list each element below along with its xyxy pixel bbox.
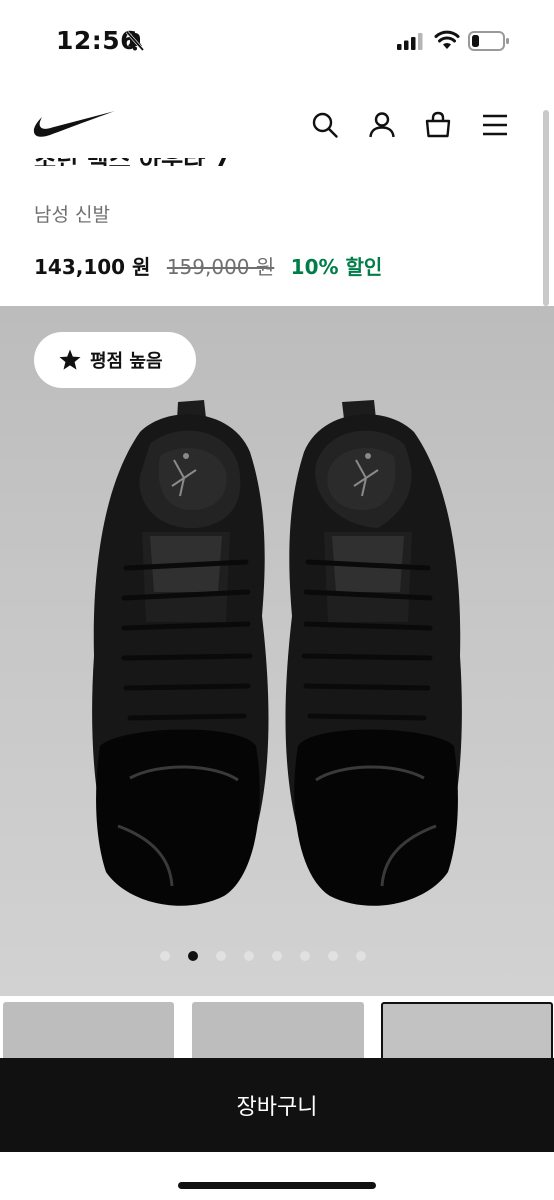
product-category: 남성 신발 (34, 204, 110, 226)
thumbnail-3-selected[interactable] (381, 1002, 553, 1062)
bottom-safe-area (0, 1152, 554, 1200)
carousel-dot[interactable] (272, 951, 282, 961)
shoe-image (92, 400, 462, 906)
site-header (0, 94, 554, 158)
status-bar: 12:56 (0, 0, 554, 84)
price-row: 143,100 원 159,000 원 10% 할인 (34, 251, 382, 280)
carousel-dot[interactable] (356, 951, 366, 961)
original-price: 159,000 원 (166, 255, 275, 279)
wifi-icon (434, 30, 460, 49)
add-to-cart-button[interactable]: 장바구니 (0, 1058, 554, 1152)
thumbnail-2[interactable] (192, 1002, 364, 1062)
discount-label: 10% 할인 (290, 255, 383, 279)
user-icon[interactable] (367, 110, 397, 140)
home-indicator[interactable] (178, 1182, 376, 1189)
thumbnail-strip (0, 1002, 554, 1062)
nike-swoosh-logo[interactable] (32, 108, 116, 142)
bag-icon[interactable] (423, 110, 453, 140)
battery-low-icon (468, 31, 509, 51)
star-icon (59, 349, 81, 370)
cellular-signal-icon (397, 33, 423, 50)
carousel-dot[interactable] (160, 951, 170, 961)
menu-icon[interactable] (480, 110, 510, 140)
carousel-dot-active[interactable] (188, 951, 198, 961)
product-image-carousel[interactable]: 평점 높음 (0, 306, 554, 996)
carousel-pagination[interactable] (0, 946, 554, 966)
thumbnail-1[interactable] (3, 1002, 174, 1062)
sale-price: 143,100 원 (34, 255, 151, 279)
carousel-dot[interactable] (328, 951, 338, 961)
carousel-dot[interactable] (300, 951, 310, 961)
top-rated-badge: 평점 높음 (34, 332, 196, 388)
search-icon[interactable] (310, 110, 340, 140)
bell-slash-icon (125, 31, 145, 51)
carousel-dot[interactable] (244, 951, 254, 961)
badge-label: 평점 높음 (90, 351, 163, 372)
scrollbar[interactable] (543, 110, 549, 306)
carousel-dot[interactable] (216, 951, 226, 961)
add-to-cart-label: 장바구니 (236, 1095, 318, 1120)
